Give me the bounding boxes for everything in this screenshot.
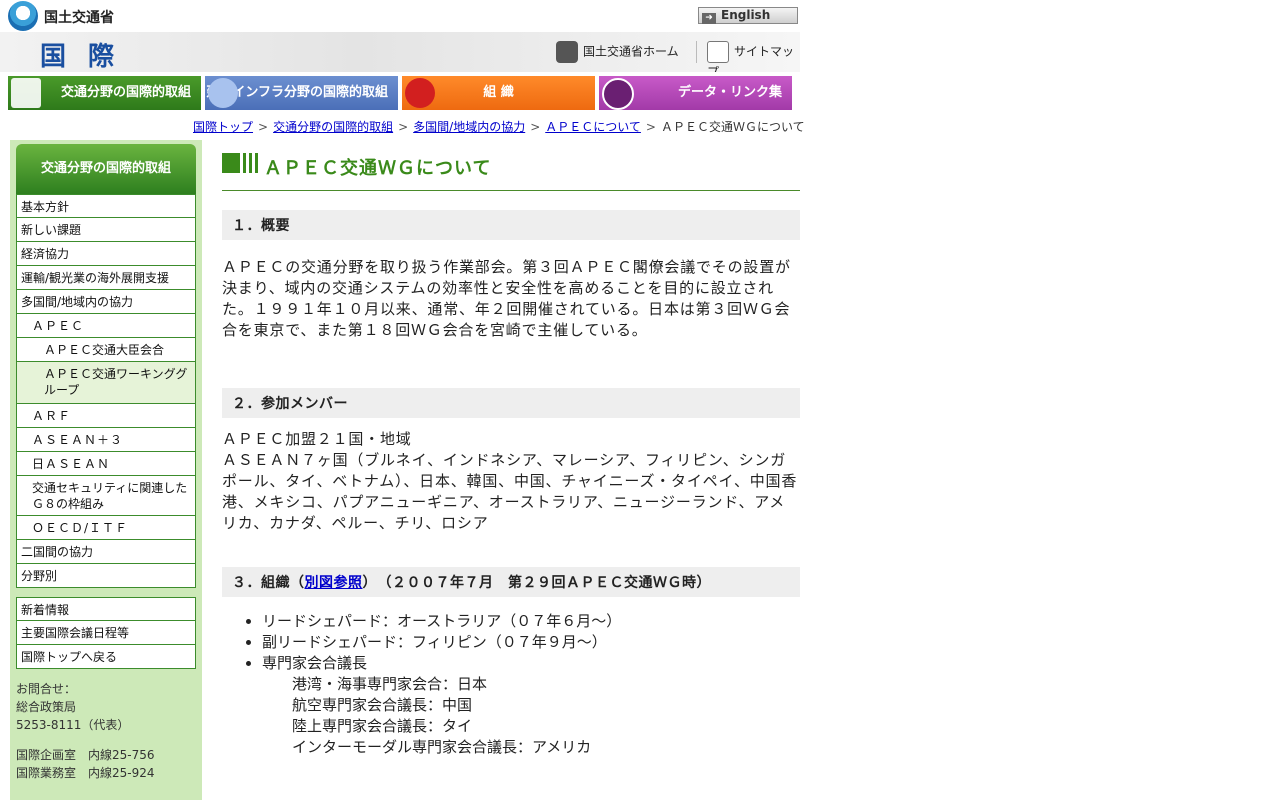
breadcrumb-link[interactable]: 国際トップ	[193, 120, 253, 134]
ministry-name[interactable]: 国土交通省	[44, 7, 114, 27]
arrow-right-icon: ➜	[702, 13, 716, 24]
sitemap-link[interactable]: サイトマップ	[707, 41, 800, 72]
tram-icon	[11, 78, 41, 108]
sidebar-item-g8-security[interactable]: 交通セキュリティに関連したＧ８の枠組み	[16, 476, 196, 516]
sidebar-item-bilateral[interactable]: 二国間の協力	[16, 540, 196, 564]
list-item: 港湾・海事専門家会合：日本	[292, 675, 488, 693]
chairs-list: 港湾・海事専門家会合：日本 航空専門家会合議長：中国 陸上専門家会合議長：タイ …	[222, 674, 800, 758]
contact-office-1: 国際企画室 内線25-756	[16, 748, 155, 762]
contact-office-2: 国際業務室 内線25-924	[16, 766, 155, 780]
page-title: ＡＰＥＣ交通ＷＧについて	[264, 158, 492, 179]
title-bars-icon	[222, 153, 258, 173]
globe-icon	[602, 78, 634, 110]
breadcrumb: 国際トップ > 交通分野の国際的取組 > 多国間/地域内の協力 > ＡＰＥＣについて > ＡＰＥ…	[193, 120, 805, 134]
tab-label: データ・リンク集	[677, 85, 782, 100]
tab-label: 組 織	[483, 85, 514, 100]
sidebar-item-oecd-itf[interactable]: ＯＥＣＤ/ＩＴＦ	[16, 516, 196, 540]
list-item: 陸上専門家会合議長：タイ	[292, 717, 473, 735]
sidebar-item-arf[interactable]: ＡＲＦ	[16, 404, 196, 428]
sidebar-item-asean-plus-3[interactable]: ＡＳＥＡＮ＋３	[16, 428, 196, 452]
page-title-block: ＡＰＥＣ交通ＷＧについて	[222, 150, 800, 191]
sidebar-item-economic-cooperation[interactable]: 経済協力	[16, 242, 196, 266]
sidebar-item-meeting-schedule[interactable]: 主要国際会議日程等	[16, 621, 196, 645]
members-line-2: ＡＳＥＡＮ７ヶ国（ブルネイ、インドネシア、マレーシア、フィリピン、シンガポール、…	[222, 451, 798, 532]
home-link-label: 国土交通省ホーム	[583, 44, 679, 59]
section-heading-organization: ３．組織（別図参照） （２００７年７月 第２９回ＡＰＥＣ交通ＷＧ時）	[222, 567, 800, 597]
tab-label: 交通分野の国際的取組	[60, 85, 191, 100]
sidebar-item-by-field[interactable]: 分野別	[16, 564, 196, 588]
contact-bureau: 総合政策局	[16, 700, 77, 714]
contact-info: お問合せ： 総合政策局 5253-8111（代表） 国際企画室 内線25-756…	[16, 680, 155, 782]
roles-list: リードシェパード：オーストラリア（０７年６月～） 副リードシェパード：フィリピン…	[222, 611, 800, 674]
breadcrumb-link[interactable]: 交通分野の国際的取組	[273, 120, 393, 134]
list-item: 専門家会合議長	[262, 653, 800, 674]
list-item: リードシェパード：オーストラリア（０７年６月～）	[262, 611, 800, 632]
list-item: インターモーダル専門家会合議長：アメリカ	[292, 738, 592, 756]
mlit-home-link[interactable]: 国土交通省ホーム	[556, 41, 679, 63]
magnifier-icon	[707, 41, 729, 63]
sidebar-item-back-to-top[interactable]: 国際トップへ戻る	[16, 645, 196, 669]
sidebar-item-policy[interactable]: 基本方針	[16, 194, 196, 218]
road-icon	[208, 78, 238, 108]
tab-data-links[interactable]: データ・リンク集	[599, 76, 792, 110]
overview-text: ＡＰＥＣの交通分野を取り扱う作業部会。第３回ＡＰＥＣ閣僚会議でその設置が決まり、…	[222, 258, 791, 339]
section-banner: 国際 国土交通省ホーム サイトマップ	[0, 32, 800, 72]
list-item: 航空専門家会合議長：中国	[292, 696, 473, 714]
sidebar-item-multilateral[interactable]: 多国間/地域内の協力	[16, 290, 196, 314]
members-line-1: ＡＰＥＣ加盟２１国・地域	[222, 430, 412, 448]
section-heading-overview: １．概要	[222, 210, 800, 240]
sidebar-item-apec-wg[interactable]: ＡＰＥＣ交通ワーキンググループ	[16, 362, 196, 404]
mlit-logo-icon[interactable]	[8, 1, 38, 31]
sidebar-item-overseas-expansion[interactable]: 運輸/観光業の海外展開支援	[16, 266, 196, 290]
breadcrumb-link[interactable]: ＡＰＥＣについて	[545, 120, 641, 134]
english-button[interactable]: ➜ English	[698, 7, 798, 24]
section-heading-members: ２．参加メンバー	[222, 388, 800, 418]
org-heading-suffix: ） （２００７年７月 第２９回ＡＰＥＣ交通ＷＧ時）	[362, 575, 711, 591]
sidebar-heading[interactable]: 交通分野の国際的取組	[16, 144, 196, 194]
list-item: 副リードシェパード：フィリピン（０７年９月～）	[262, 632, 800, 653]
org-chart-icon	[405, 78, 435, 108]
sidebar-item-news[interactable]: 新着情報	[16, 597, 196, 621]
sidebar-item-apec-ministers[interactable]: ＡＰＥＣ交通大臣会合	[16, 338, 196, 362]
tab-transport-international[interactable]: 交通分野の国際的取組	[8, 76, 201, 110]
contact-label: お問合せ：	[16, 682, 77, 696]
tab-organization[interactable]: 組 織	[402, 76, 595, 110]
tab-construction-international[interactable]: 建設インフラ分野の国際的取組	[205, 76, 398, 110]
english-label: English	[721, 8, 771, 22]
top-bar: 国土交通省 ➜ English	[0, 0, 800, 32]
org-heading-prefix: ３．組織（	[232, 575, 305, 591]
breadcrumb-link[interactable]: 多国間/地域内の協力	[413, 120, 525, 134]
breadcrumb-current: ＡＰＥＣ交通ＷＧについて	[660, 120, 805, 134]
banner-title: 国際	[40, 42, 137, 72]
home-logo-icon	[556, 41, 578, 63]
main-content: ＡＰＥＣ交通ＷＧについて １．概要 ＡＰＥＣの交通分野を取り扱う作業部会。第３回…	[222, 150, 800, 758]
sidebar-item-new-issues[interactable]: 新しい課題	[16, 218, 196, 242]
sidebar-item-japan-asean[interactable]: 日ＡＳＥＡＮ	[16, 452, 196, 476]
contact-phone: 5253-8111（代表）	[16, 718, 130, 732]
sidebar: 交通分野の国際的取組 基本方針 新しい課題 経済協力 運輸/観光業の海外展開支援…	[10, 140, 202, 800]
divider	[696, 41, 697, 63]
sidebar-item-apec[interactable]: ＡＰＥＣ	[16, 314, 196, 338]
main-nav: 交通分野の国際的取組 建設インフラ分野の国際的取組 組 織 データ・リンク集	[8, 76, 800, 110]
org-diagram-link[interactable]: 別図参照	[305, 575, 363, 591]
